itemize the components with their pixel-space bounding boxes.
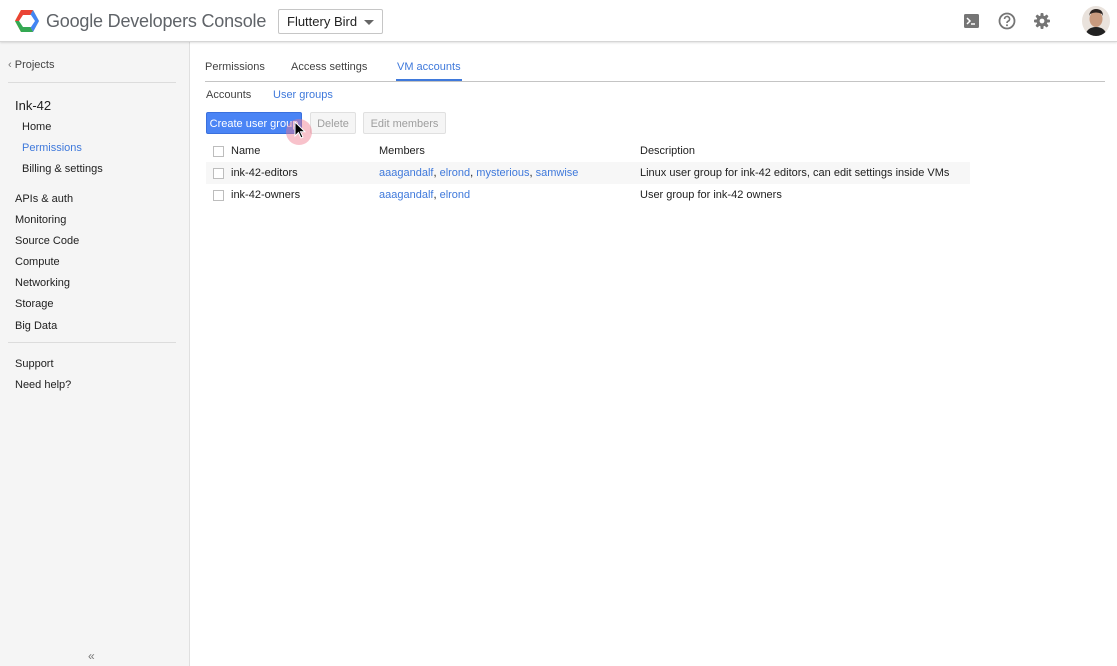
column-header-description: Description bbox=[640, 145, 696, 157]
sidebar-project-name[interactable]: Ink-42 bbox=[15, 98, 51, 113]
group-members: aaagandalf, elrond bbox=[379, 189, 471, 201]
member-link[interactable]: aaagandalf bbox=[379, 189, 433, 201]
tab-vm-accounts[interactable]: VM accounts bbox=[397, 61, 461, 73]
active-tab-indicator bbox=[396, 79, 462, 81]
project-selector[interactable]: Fluttery Bird bbox=[278, 9, 383, 34]
cloud-shell-icon[interactable] bbox=[962, 11, 982, 31]
subtab-user-groups[interactable]: User groups bbox=[273, 89, 333, 101]
table-row[interactable]: ink-42-owners aaagandalf, elrond User gr… bbox=[206, 184, 970, 206]
group-description: Linux user group for ink-42 editors, can… bbox=[640, 167, 950, 179]
sidebar-item-storage[interactable]: Storage bbox=[15, 298, 54, 310]
mouse-pointer-icon bbox=[294, 121, 306, 139]
member-link[interactable]: elrond bbox=[440, 167, 471, 179]
column-header-members: Members bbox=[379, 145, 425, 157]
sidebar-divider bbox=[8, 342, 176, 343]
member-link[interactable]: aaagandalf bbox=[379, 167, 433, 179]
brand-title[interactable]: Google Developers Console bbox=[46, 11, 266, 32]
table-header: Name Members Description bbox=[206, 140, 970, 162]
permissions-tabs: Permissions Access settings VM accounts bbox=[205, 61, 1105, 82]
projects-link-label: Projects bbox=[14, 59, 55, 71]
project-selector-label: Fluttery Bird bbox=[287, 14, 358, 29]
sidebar-item-big-data[interactable]: Big Data bbox=[15, 320, 57, 332]
group-description: User group for ink-42 owners bbox=[640, 189, 782, 201]
row-checkbox[interactable] bbox=[213, 190, 224, 201]
subtab-accounts[interactable]: Accounts bbox=[206, 89, 251, 101]
group-members: aaagandalf, elrond, mysterious, samwise bbox=[379, 167, 579, 179]
sidebar-item-home[interactable]: Home bbox=[22, 121, 51, 133]
group-name: ink-42-editors bbox=[231, 167, 298, 179]
sidebar-item-networking[interactable]: Networking bbox=[15, 277, 70, 289]
delete-button[interactable]: Delete bbox=[310, 112, 356, 134]
column-header-name[interactable]: Name bbox=[231, 145, 260, 157]
table-row[interactable]: ink-42-editors aaagandalf, elrond, myste… bbox=[206, 162, 970, 184]
sidebar-item-source-code[interactable]: Source Code bbox=[15, 235, 79, 247]
sidebar-item-billing-settings[interactable]: Billing & settings bbox=[22, 163, 103, 175]
avatar[interactable] bbox=[1082, 6, 1110, 36]
member-link[interactable]: mysterious bbox=[476, 167, 529, 179]
settings-icon[interactable] bbox=[1032, 11, 1052, 31]
collapse-sidebar-icon[interactable]: « bbox=[88, 649, 95, 663]
tab-access-settings[interactable]: Access settings bbox=[291, 61, 367, 73]
projects-back-link[interactable]: ‹ Projects bbox=[8, 59, 54, 71]
sidebar-item-permissions[interactable]: Permissions bbox=[22, 142, 82, 154]
sidebar-divider bbox=[8, 82, 176, 83]
sidebar-item-monitoring[interactable]: Monitoring bbox=[15, 214, 66, 226]
chevron-down-icon bbox=[364, 20, 374, 25]
sidebar-item-need-help[interactable]: Need help? bbox=[15, 379, 71, 391]
group-name: ink-42-owners bbox=[231, 189, 301, 201]
edit-members-button[interactable]: Edit members bbox=[363, 112, 446, 134]
tab-permissions[interactable]: Permissions bbox=[205, 61, 265, 73]
sidebar-item-compute[interactable]: Compute bbox=[15, 256, 60, 268]
sidebar-item-apis-auth[interactable]: APIs & auth bbox=[15, 193, 73, 205]
select-all-checkbox[interactable] bbox=[213, 146, 224, 157]
help-icon[interactable] bbox=[997, 11, 1017, 31]
sidebar: ‹ Projects Ink-42 Home Permissions Billi… bbox=[0, 42, 190, 666]
member-link[interactable]: elrond bbox=[440, 189, 471, 201]
member-link[interactable]: samwise bbox=[536, 167, 579, 179]
sidebar-item-support[interactable]: Support bbox=[15, 358, 54, 370]
row-checkbox[interactable] bbox=[213, 168, 224, 179]
chevron-left-icon: ‹ bbox=[8, 59, 12, 71]
top-bar: Google Developers Console Fluttery Bird bbox=[0, 0, 1117, 42]
google-cloud-logo-icon[interactable] bbox=[14, 9, 40, 33]
